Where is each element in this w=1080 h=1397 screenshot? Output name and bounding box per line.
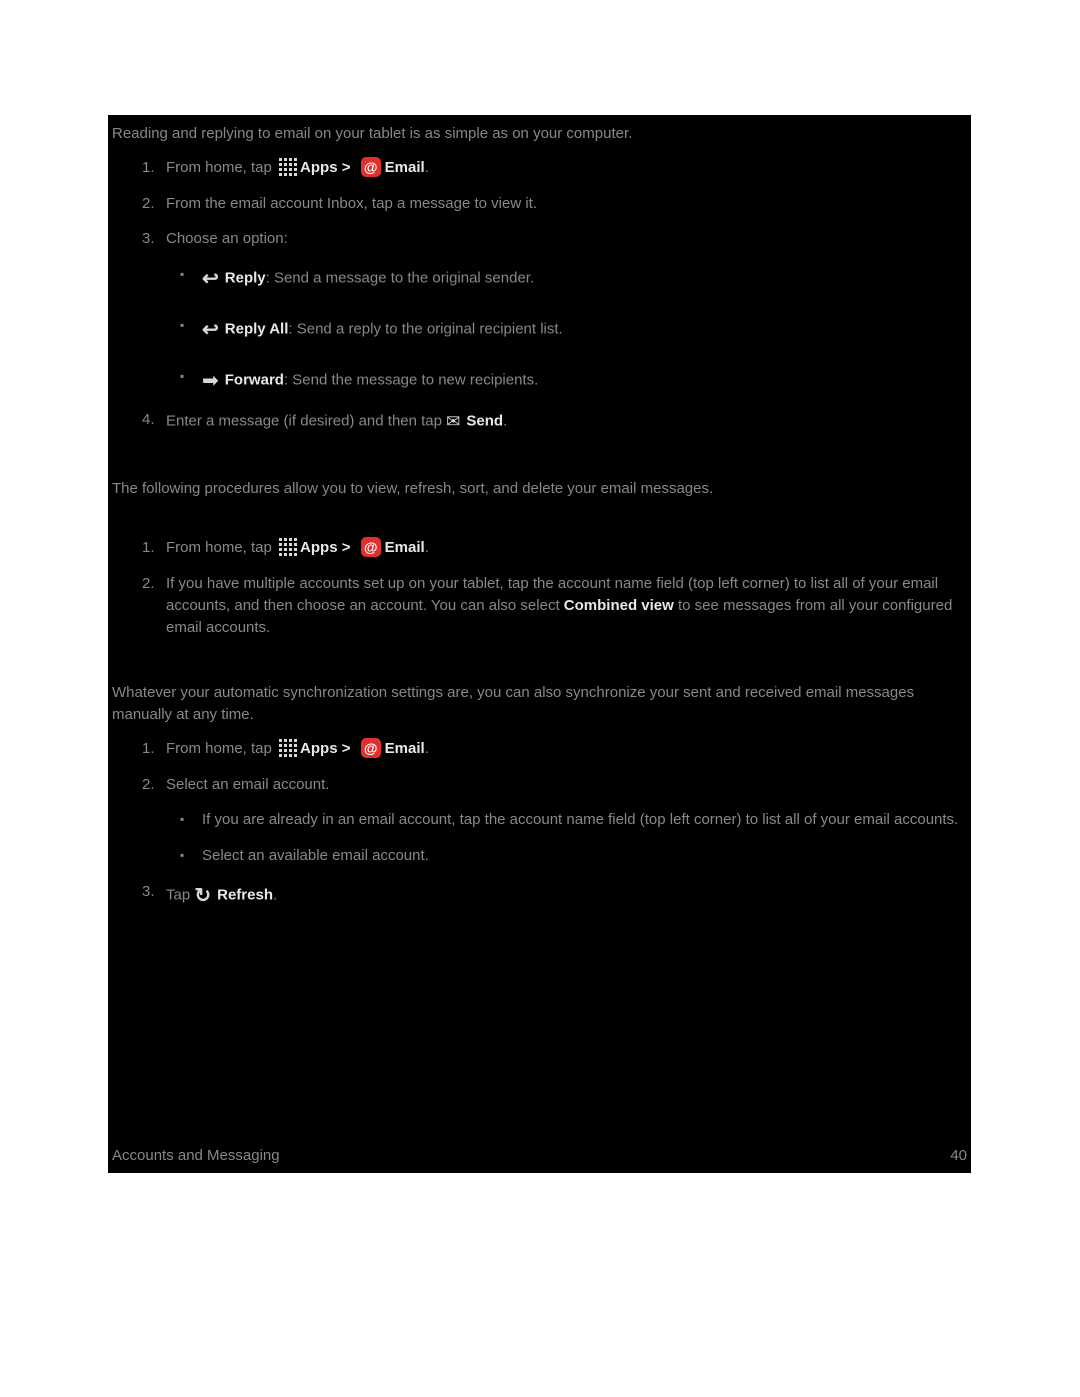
text: : Send the message to new recipients. [284, 371, 538, 388]
list-item: Select an available email account. [166, 845, 967, 867]
email-icon [361, 738, 381, 758]
section-spacer [112, 448, 967, 474]
reply-icon [202, 265, 219, 294]
refresh-icon [194, 882, 211, 911]
reply-label: Reply [225, 269, 266, 286]
reply-all-label: Reply All [225, 320, 289, 337]
apps-icon [279, 538, 297, 556]
page-content: Reading and replying to email on your ta… [108, 115, 971, 910]
ordered-list-1: From home, tap Apps > Email. From the em… [112, 157, 967, 434]
text: Tap [166, 886, 194, 903]
text: > [338, 740, 355, 757]
text: > [338, 159, 355, 176]
list-item: Choose an option: Reply: Send a message … [112, 228, 967, 395]
forward-icon [202, 367, 219, 396]
apps-label: Apps [300, 740, 338, 757]
text: > [338, 539, 355, 556]
text: From home, tap [166, 159, 276, 176]
list-item: Enter a message (if desired) and then ta… [112, 409, 967, 434]
document-page: Reading and replying to email on your ta… [108, 115, 971, 1173]
intro-paragraph-1: Reading and replying to email on your ta… [112, 123, 967, 145]
email-icon [361, 537, 381, 557]
list-item: Forward: Send the message to new recipie… [166, 366, 967, 395]
send-icon [446, 410, 460, 435]
section-spacer [112, 652, 967, 678]
text: . [503, 412, 507, 429]
email-label: Email [385, 159, 425, 176]
apps-icon [279, 739, 297, 757]
text: : Send a message to the original sender. [266, 269, 535, 286]
page-footer: Accounts and Messaging 40 [112, 1145, 967, 1167]
list-item: Reply: Send a message to the original se… [166, 264, 967, 293]
apps-label: Apps [300, 159, 338, 176]
send-label: Send [466, 412, 503, 429]
intro-paragraph-2: The following procedures allow you to vi… [112, 478, 967, 500]
ordered-list-3: From home, tap Apps > Email. Select an e… [112, 738, 967, 910]
ordered-list-2: From home, tap Apps > Email. If you have… [112, 537, 967, 638]
combined-view-label: Combined view [564, 597, 674, 614]
page-number: 40 [950, 1145, 967, 1167]
email-icon [361, 157, 381, 177]
text: Enter a message (if desired) and then ta… [166, 412, 446, 429]
list-item: Reply All: Send a reply to the original … [166, 315, 967, 344]
text: : Send a reply to the original recipient… [288, 320, 562, 337]
apps-icon [279, 158, 297, 176]
forward-label: Forward [225, 371, 284, 388]
text: Choose an option: [166, 230, 288, 247]
list-item: If you have multiple accounts set up on … [112, 573, 967, 638]
list-item: From home, tap Apps > Email. [112, 537, 967, 559]
text: . [273, 886, 277, 903]
footer-section-title: Accounts and Messaging [112, 1145, 280, 1167]
apps-label: Apps [300, 539, 338, 556]
refresh-label: Refresh [217, 886, 273, 903]
text: Select an email account. [166, 776, 329, 793]
list-item: Select an email account. If you are alre… [112, 774, 967, 867]
section-spacer [112, 511, 967, 537]
text: . [425, 539, 429, 556]
intro-paragraph-3: Whatever your automatic synchronization … [112, 682, 967, 726]
email-label: Email [385, 539, 425, 556]
text: . [425, 740, 429, 757]
bullet-list: If you are already in an email account, … [166, 809, 967, 867]
email-label: Email [385, 740, 425, 757]
list-item: From home, tap Apps > Email. [112, 738, 967, 760]
reply-all-icon [202, 316, 219, 345]
list-item: From the email account Inbox, tap a mess… [112, 193, 967, 215]
text: From home, tap [166, 539, 276, 556]
list-item: Tap Refresh. [112, 881, 967, 910]
text: . [425, 159, 429, 176]
list-item: If you are already in an email account, … [166, 809, 967, 831]
bullet-list: Reply: Send a message to the original se… [166, 264, 967, 395]
text: From home, tap [166, 740, 276, 757]
list-item: From home, tap Apps > Email. [112, 157, 967, 179]
